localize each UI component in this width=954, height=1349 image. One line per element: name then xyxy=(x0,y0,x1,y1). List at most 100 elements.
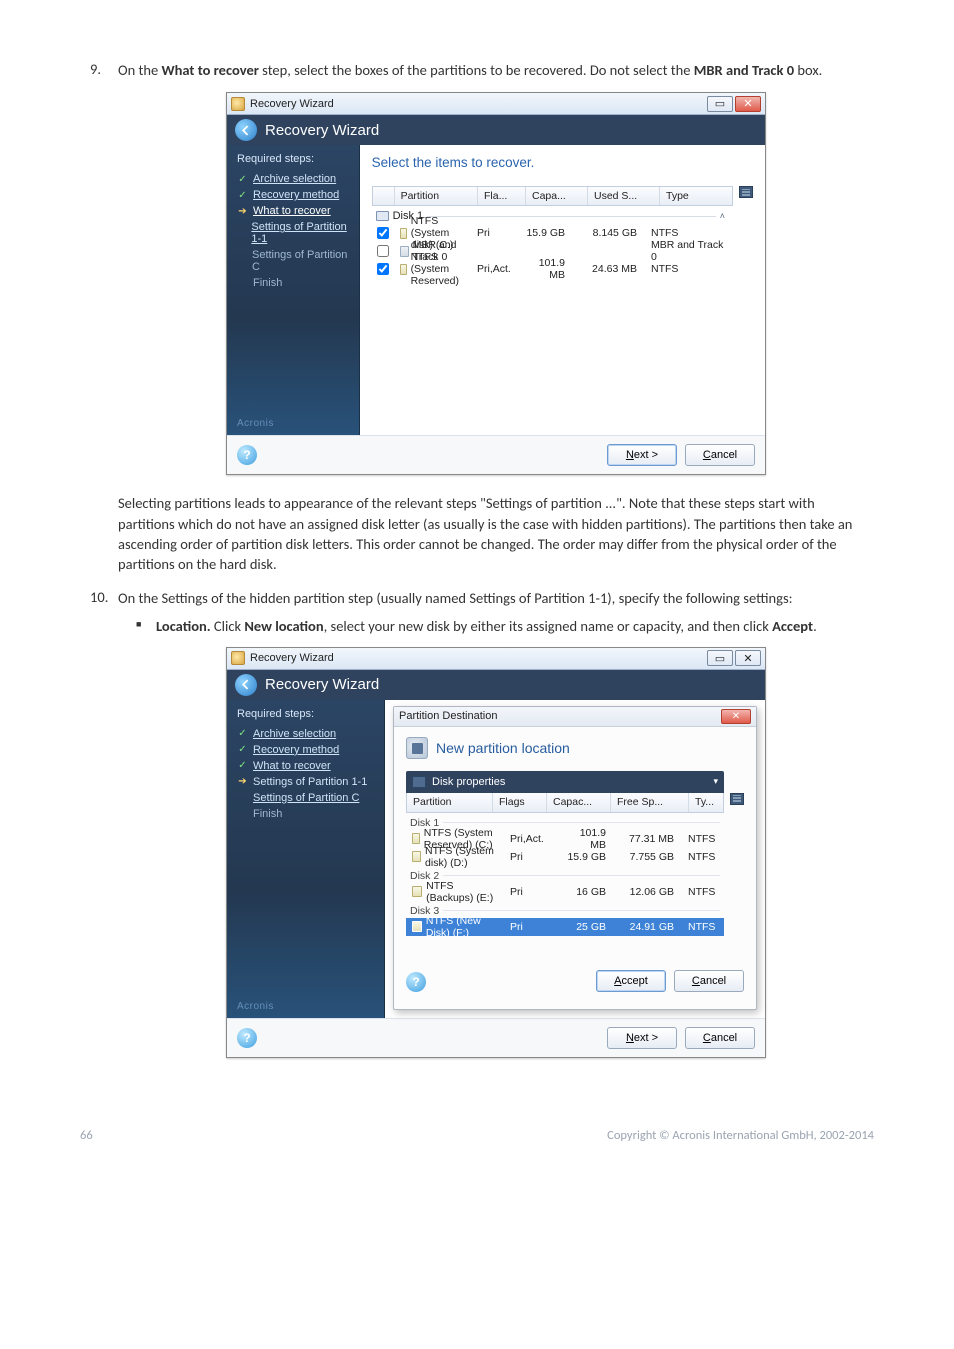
step-partition-1-1: Settings of Partition 1-1 xyxy=(253,776,367,788)
step-archive-selection[interactable]: Archive selection xyxy=(253,173,336,185)
new-partition-location-label: New partition location xyxy=(436,740,570,756)
window-title: Recovery Wizard xyxy=(250,652,334,664)
dialog-title: Partition Destination xyxy=(399,710,497,722)
col-type[interactable]: Type xyxy=(660,187,732,205)
step-what-to-recover[interactable]: What to recover xyxy=(253,205,331,217)
partition-table-header: Partition Fla... Capa... Used S... Type xyxy=(372,186,733,206)
app-icon xyxy=(231,97,245,111)
check-icon: ✓ xyxy=(237,728,248,739)
col-used[interactable]: Used S... xyxy=(588,187,660,205)
help-icon: ? xyxy=(243,448,250,462)
maximize-button[interactable]: ▭ xyxy=(707,96,733,112)
step-partition-c[interactable]: Settings of Partition C xyxy=(253,792,359,804)
chevron-up-icon[interactable]: ˄ xyxy=(720,211,729,221)
step-partition-1-1[interactable]: Settings of Partition 1-1 xyxy=(251,221,348,245)
step-what-to-recover[interactable]: What to recover xyxy=(253,760,331,772)
volume-icon xyxy=(400,228,407,239)
bullet-location: Location. Click New location, select you… xyxy=(142,617,874,635)
list-number-10: 10. xyxy=(90,588,108,606)
cancel-button[interactable]: Cancel xyxy=(674,970,744,992)
cancel-button[interactable]: Cancel xyxy=(685,444,755,466)
col-capacity[interactable]: Capac... xyxy=(547,793,611,812)
chevron-down-icon: ▾ xyxy=(713,776,718,787)
step9-paragraph-1: On the What to recover step, select the … xyxy=(118,60,874,80)
destination-row[interactable]: NTFS (System disk) (D:) Pri 15.9 GB 7.75… xyxy=(406,848,724,866)
partition-row: NTFS (System Reserved) Pri,Act. 101.9 MB… xyxy=(372,260,733,278)
wizard-title: Recovery Wizard xyxy=(265,676,379,693)
wizard-header: Recovery Wizard xyxy=(227,115,765,145)
page-number: 66 xyxy=(80,1128,93,1143)
step9-paragraph-2: Selecting partitions leads to appearance… xyxy=(118,493,874,574)
column-picker-icon[interactable] xyxy=(739,186,753,198)
step-recovery-method[interactable]: Recovery method xyxy=(253,189,339,201)
cancel-button[interactable]: Cancel xyxy=(685,1027,755,1049)
steps-header: Required steps: xyxy=(237,153,349,165)
step-recovery-method[interactable]: Recovery method xyxy=(253,744,339,756)
close-icon: ✕ xyxy=(743,652,752,665)
destination-row-selected[interactable]: NTFS (New Disk) (F:) Pri 25 GB 24.91 GB … xyxy=(406,918,724,936)
volume-icon xyxy=(412,921,422,932)
next-button[interactable]: Next > xyxy=(607,1027,677,1049)
destination-row[interactable]: NTFS (Backups) (E:) Pri 16 GB 12.06 GB N… xyxy=(406,883,724,901)
close-icon: ✕ xyxy=(743,97,752,110)
step-finish: Finish xyxy=(253,808,282,820)
list-number-9: 9. xyxy=(90,60,101,78)
step-partition-c: Settings of Partition C xyxy=(252,249,349,273)
wizard2-screenshot: Recovery Wizard ▭ ✕ Recovery Wizard Req xyxy=(118,647,874,1058)
window-title: Recovery Wizard xyxy=(250,98,334,110)
partition-destination-dialog: Partition Destination ✕ New partition lo… xyxy=(393,706,757,1010)
col-flags[interactable]: Fla... xyxy=(478,187,526,205)
steps-sidebar: Required steps: ✓ Archive selection ✓ Reco… xyxy=(227,700,385,1018)
volume-icon xyxy=(412,886,422,897)
accept-button[interactable]: Accept xyxy=(596,970,666,992)
window-titlebar: Recovery Wizard ▭ ✕ xyxy=(227,648,765,670)
col-capacity[interactable]: Capa... xyxy=(526,187,588,205)
dialog-close-button[interactable]: ✕ xyxy=(721,709,751,724)
col-type[interactable]: Ty... xyxy=(689,793,723,812)
maximize-icon: ▭ xyxy=(715,97,725,110)
partition-checkbox[interactable] xyxy=(377,245,389,257)
app-icon xyxy=(231,651,245,665)
partition-checkbox[interactable] xyxy=(377,263,389,275)
maximize-button[interactable]: ▭ xyxy=(707,650,733,666)
close-window-button[interactable]: ✕ xyxy=(735,650,761,666)
help-button[interactable]: ? xyxy=(406,972,426,992)
arrow-left-icon xyxy=(241,125,252,136)
arrow-right-icon: ➔ xyxy=(237,206,248,217)
col-free[interactable]: Free Sp... xyxy=(611,793,689,812)
panel-title: Select the items to recover. xyxy=(372,155,753,170)
help-icon: ? xyxy=(412,975,419,989)
maximize-icon: ▭ xyxy=(715,652,725,665)
volume-icon xyxy=(412,833,420,844)
copyright: Copyright © Acronis International GmbH, … xyxy=(607,1128,874,1143)
close-window-button[interactable]: ✕ xyxy=(735,96,761,112)
help-button[interactable]: ? xyxy=(237,445,257,465)
step-finish: Finish xyxy=(253,277,282,289)
next-button[interactable]: Next > xyxy=(607,444,677,466)
arrow-left-icon xyxy=(241,679,252,690)
step-archive-selection[interactable]: Archive selection xyxy=(253,728,336,740)
check-icon: ✓ xyxy=(237,174,248,185)
check-icon: ✓ xyxy=(237,760,248,771)
help-button[interactable]: ? xyxy=(237,1028,257,1048)
disk-properties-bar[interactable]: Disk properties ▾ xyxy=(406,771,724,793)
volume-icon xyxy=(400,264,407,275)
steps-header: Required steps: xyxy=(237,708,374,720)
col-flags[interactable]: Flags xyxy=(493,793,547,812)
column-picker-icon[interactable] xyxy=(730,793,744,805)
wizard-title: Recovery Wizard xyxy=(265,122,379,139)
step10-paragraph-1: On the Settings of the hidden partition … xyxy=(118,588,874,608)
wizard-header: Recovery Wizard xyxy=(227,670,765,700)
col-partition[interactable]: Partition xyxy=(407,793,493,812)
col-partition[interactable]: Partition xyxy=(395,187,478,205)
volume-icon xyxy=(412,851,421,862)
window-titlebar: Recovery Wizard ▭ ✕ xyxy=(227,93,765,115)
back-button[interactable] xyxy=(235,119,257,141)
disk-icon xyxy=(376,211,389,221)
check-icon: ✓ xyxy=(237,744,248,755)
back-button[interactable] xyxy=(235,674,257,696)
location-icon xyxy=(406,737,428,759)
steps-sidebar: Required steps: ✓Archive selection ✓Reco… xyxy=(227,145,360,435)
partition-checkbox[interactable] xyxy=(377,227,389,239)
brand-logo: Acronis xyxy=(237,418,274,429)
